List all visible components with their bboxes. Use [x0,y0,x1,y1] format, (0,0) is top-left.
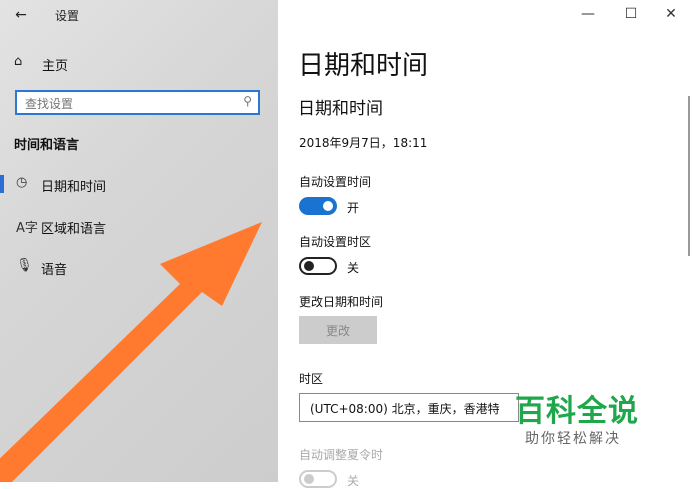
sidebar-item-label: 日期和时间 [41,180,107,195]
minimize-button[interactable]: — [573,4,603,24]
maximize-icon: ☐ [624,6,638,22]
search-box[interactable]: ⚲ [15,90,260,115]
watermark-title: 百科全说 [515,394,639,429]
close-icon: ✕ [665,6,677,22]
toggle-knob [304,261,314,271]
page-title: 日期和时间 [298,51,429,81]
change-button[interactable]: 更改 [299,316,377,344]
sidebar-item-label: 主页 [42,59,69,74]
settings-window: ← 设置 ⌂ 主页 ⚲ 时间和语言 ◷ 日期和时间 A字 区域和语言 🎙 语音 … [0,0,692,488]
maximize-button[interactable]: ☐ [616,4,646,24]
sidebar-item-label: 区域和语言 [41,222,107,237]
language-icon: A字 [16,221,38,236]
back-arrow-icon: ← [15,7,27,23]
app-title: 设置 [55,9,80,23]
auto-timezone-label: 自动设置时区 [299,235,372,249]
change-datetime-label: 更改日期和时间 [299,295,384,309]
sidebar-item-home[interactable]: ⌂ 主页 [14,53,254,74]
auto-timezone-toggle[interactable] [299,257,337,275]
close-button[interactable]: ✕ [656,4,686,24]
watermark-subtitle: 助你轻松解决 [525,431,621,447]
title-bar: ← 设置 [0,0,278,30]
calendar-clock-icon: ◷ [16,175,28,190]
toggle-knob [323,201,333,211]
microphone-icon: 🎙 [16,258,33,273]
current-datetime: 2018年9月7日，18:11 [299,136,428,150]
sidebar-section-title: 时间和语言 [14,138,80,153]
sidebar-item-region-language[interactable]: A字 区域和语言 [0,215,260,237]
scrollbar[interactable] [688,96,690,256]
back-button[interactable]: ← [10,5,32,25]
watermark: 百科全说 助你轻松解决 [515,386,665,456]
selected-indicator [0,175,4,193]
auto-time-state: 开 [347,201,360,215]
timezone-select[interactable]: (UTC+08:00) 北京，重庆，香港特 [299,393,519,422]
timezone-value: (UTC+08:00) 北京，重庆，香港特 [310,402,500,416]
home-icon: ⌂ [14,54,23,69]
sidebar: ← 设置 ⌂ 主页 ⚲ 时间和语言 ◷ 日期和时间 A字 区域和语言 🎙 语音 [0,0,278,482]
sidebar-item-date-time[interactable]: ◷ 日期和时间 [0,173,260,195]
toggle-knob [304,474,314,484]
content-pane: — ☐ ✕ 日期和时间 日期和时间 2018年9月7日，18:11 自动设置时间… [278,0,692,488]
auto-time-label: 自动设置时间 [299,175,372,189]
search-icon[interactable]: ⚲ [243,94,252,108]
sidebar-item-label: 语音 [41,263,68,278]
dst-toggle[interactable] [299,470,337,488]
section-title: 日期和时间 [298,99,383,119]
search-input[interactable] [23,94,237,113]
minimize-icon: — [581,6,595,22]
auto-time-toggle[interactable] [299,197,337,215]
dst-label: 自动调整夏令时 [299,448,384,462]
auto-timezone-state: 关 [347,261,360,275]
timezone-label: 时区 [299,372,324,386]
dst-state: 关 [347,474,360,488]
sidebar-item-speech[interactable]: 🎙 语音 [0,256,260,278]
